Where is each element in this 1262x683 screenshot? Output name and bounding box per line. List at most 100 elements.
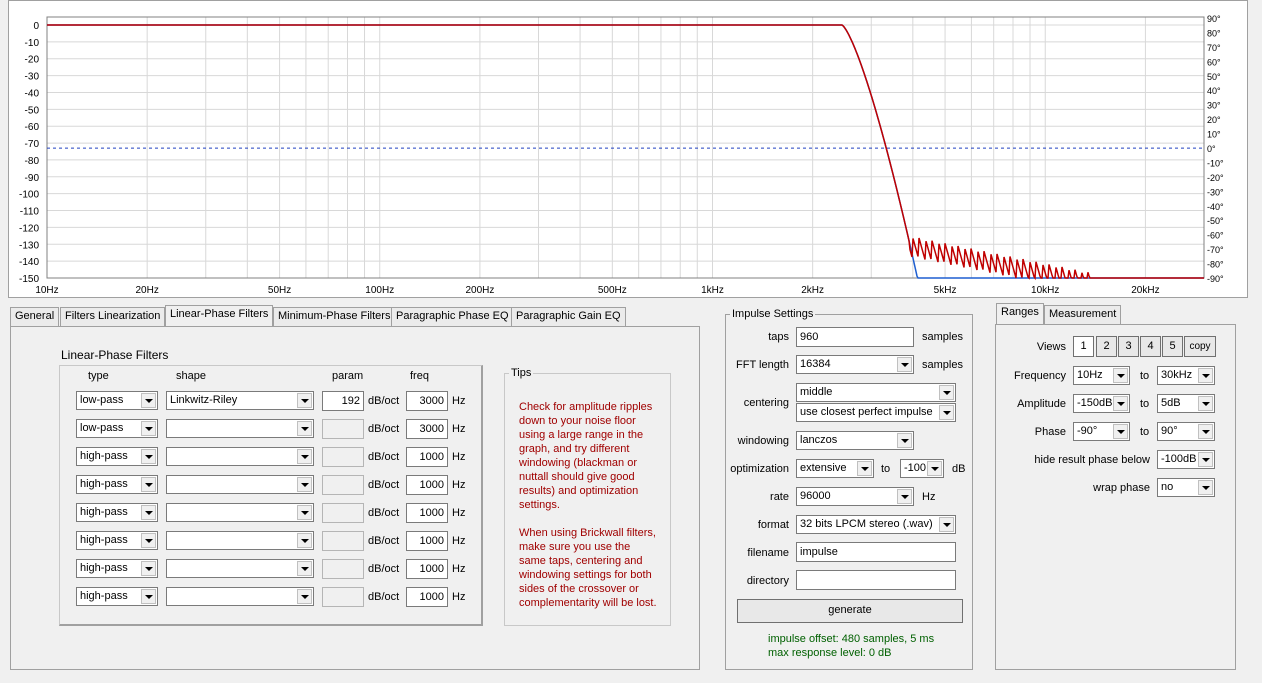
chevron-down-icon xyxy=(1198,368,1213,383)
generate-button[interactable]: generate xyxy=(737,599,963,623)
tab-general[interactable]: General xyxy=(10,307,60,326)
filter-type-select[interactable]: low-pass xyxy=(76,419,158,438)
slope-unit: dB/oct xyxy=(368,479,400,491)
y-tick-label: 0 xyxy=(33,21,39,32)
response-graph[interactable]: 0 -10 -20 -30 -40 -50 -60 -70 -80 -90 -100 -110 -120… xyxy=(8,0,1248,298)
phase-tick-label: 70° xyxy=(1207,43,1221,53)
filter-freq-input[interactable]: 1000 xyxy=(406,587,448,607)
tab-linear-phase-filters[interactable]: Linear-Phase Filters xyxy=(165,305,274,327)
format-select[interactable]: 32 bits LPCM stereo (.wav) xyxy=(796,515,956,534)
tab-paragraphic-phase-eq[interactable]: Paragraphic Phase EQ xyxy=(391,307,514,326)
taps-input[interactable]: 960 xyxy=(796,327,914,347)
optimization-db-select[interactable]: -100 xyxy=(900,459,944,478)
phase-from-select[interactable]: -90° xyxy=(1073,422,1130,441)
filter-type-select[interactable]: low-pass xyxy=(76,391,158,410)
filter-shape-select[interactable] xyxy=(166,587,314,606)
filter-param-input[interactable] xyxy=(322,587,364,607)
view-5-button[interactable]: 5 xyxy=(1162,336,1183,357)
hide-phase-select[interactable]: -100dB xyxy=(1157,450,1215,469)
y-tick-label: -100 xyxy=(19,190,39,201)
filter-param-input[interactable]: 192 xyxy=(322,391,364,411)
tab-measurement[interactable]: Measurement xyxy=(1044,305,1122,324)
filter-param-input[interactable] xyxy=(322,559,364,579)
chevron-down-icon xyxy=(939,405,954,420)
copy-view-button[interactable]: copy xyxy=(1184,336,1216,357)
view-1-button[interactable]: 1 xyxy=(1073,336,1094,357)
phase-tick-label: 60° xyxy=(1207,57,1221,67)
taps-label: taps xyxy=(768,331,789,343)
view-2-button[interactable]: 2 xyxy=(1096,336,1117,357)
filter-shape-select[interactable] xyxy=(166,559,314,578)
filter-shape-select[interactable] xyxy=(166,503,314,522)
filter-type-select[interactable]: high-pass xyxy=(76,503,158,522)
optimization-to: to xyxy=(881,463,891,475)
amplitude-to-select[interactable]: 5dB xyxy=(1157,394,1215,413)
view-3-button[interactable]: 3 xyxy=(1118,336,1139,357)
tab-filters-linearization[interactable]: Filters Linearization xyxy=(60,307,166,326)
chevron-down-icon xyxy=(297,589,312,604)
x-tick-label: 500Hz xyxy=(598,285,627,296)
x-tick-label: 5kHz xyxy=(934,285,957,296)
filter-type-select[interactable]: high-pass xyxy=(76,475,158,494)
fft-select[interactable]: 16384 xyxy=(796,355,914,374)
chevron-down-icon xyxy=(297,477,312,492)
filter-freq-input[interactable]: 1000 xyxy=(406,475,448,495)
view-4-button[interactable]: 4 xyxy=(1140,336,1161,357)
filter-freq-input[interactable]: 1000 xyxy=(406,447,448,467)
section-title: Linear-Phase Filters xyxy=(61,348,169,362)
slope-unit: dB/oct xyxy=(368,423,400,435)
directory-label: directory xyxy=(746,575,789,587)
tab-ranges[interactable]: Ranges xyxy=(996,303,1044,325)
filter-param-input[interactable] xyxy=(322,503,364,523)
chevron-down-icon xyxy=(1198,396,1213,411)
tips-text-2: When using Brickwall filters, make sure y… xyxy=(519,527,657,609)
filter-param-input[interactable] xyxy=(322,475,364,495)
graph-canvas: 0 -10 -20 -30 -40 -50 -60 -70 -80 -90 -100 -110 -120… xyxy=(19,14,1224,296)
filter-type-select[interactable]: high-pass xyxy=(76,447,158,466)
filter-freq-input[interactable]: 1000 xyxy=(406,503,448,523)
phase-tick-label: 30° xyxy=(1207,101,1221,111)
y-tick-label: -150 xyxy=(19,274,39,285)
filter-shape-select[interactable] xyxy=(166,419,314,438)
optimization-select[interactable]: extensive xyxy=(796,459,874,478)
phase-tick-label: -80° xyxy=(1207,260,1224,270)
centering-mode-select[interactable]: use closest perfect impulse xyxy=(796,403,956,422)
filter-freq-input[interactable]: 3000 xyxy=(406,391,448,411)
filter-shape-select[interactable]: Linkwitz-Riley xyxy=(166,391,314,410)
amplitude-from-select[interactable]: -150dB xyxy=(1073,394,1130,413)
wrap-phase-select[interactable]: no xyxy=(1157,478,1215,497)
hz-unit: Hz xyxy=(452,395,466,407)
filter-type-select[interactable]: high-pass xyxy=(76,587,158,606)
amplitude-label: Amplitude xyxy=(1017,398,1066,410)
filter-freq-input[interactable]: 3000 xyxy=(406,419,448,439)
phase-to-select[interactable]: 90° xyxy=(1157,422,1215,441)
filter-param-input[interactable] xyxy=(322,531,364,551)
directory-input[interactable] xyxy=(796,570,956,590)
filter-shape-select[interactable] xyxy=(166,531,314,550)
frequency-to-select[interactable]: 30kHz xyxy=(1157,366,1215,385)
y-tick-label: -110 xyxy=(20,207,40,218)
filename-label: filename xyxy=(747,547,789,559)
phase-label: Phase xyxy=(1034,426,1066,438)
chevron-down-icon xyxy=(141,533,156,548)
chevron-down-icon xyxy=(297,449,312,464)
frequency-from-select[interactable]: 10Hz xyxy=(1073,366,1130,385)
centering-select[interactable]: middle xyxy=(796,383,956,402)
filter-type-select[interactable]: high-pass xyxy=(76,531,158,550)
windowing-select[interactable]: lanczos xyxy=(796,431,914,450)
filter-param-input[interactable] xyxy=(322,419,364,439)
filter-shape-select[interactable] xyxy=(166,447,314,466)
phase-tick-label: 90° xyxy=(1207,14,1221,24)
filter-type-select[interactable]: high-pass xyxy=(76,559,158,578)
chevron-down-icon xyxy=(297,393,312,408)
filename-input[interactable]: impulse xyxy=(796,542,956,562)
filter-freq-input[interactable]: 1000 xyxy=(406,531,448,551)
tab-paragraphic-gain-eq[interactable]: Paragraphic Gain EQ xyxy=(511,307,626,326)
filter-param-input[interactable] xyxy=(322,447,364,467)
tab-minimum-phase-filters[interactable]: Minimum-Phase Filters xyxy=(273,307,396,326)
filter-freq-input[interactable]: 1000 xyxy=(406,559,448,579)
rate-select[interactable]: 96000 xyxy=(796,487,914,506)
phase-tick-label: 80° xyxy=(1207,28,1221,38)
filter-shape-select[interactable] xyxy=(166,475,314,494)
frequency-to-label: to xyxy=(1140,370,1150,382)
